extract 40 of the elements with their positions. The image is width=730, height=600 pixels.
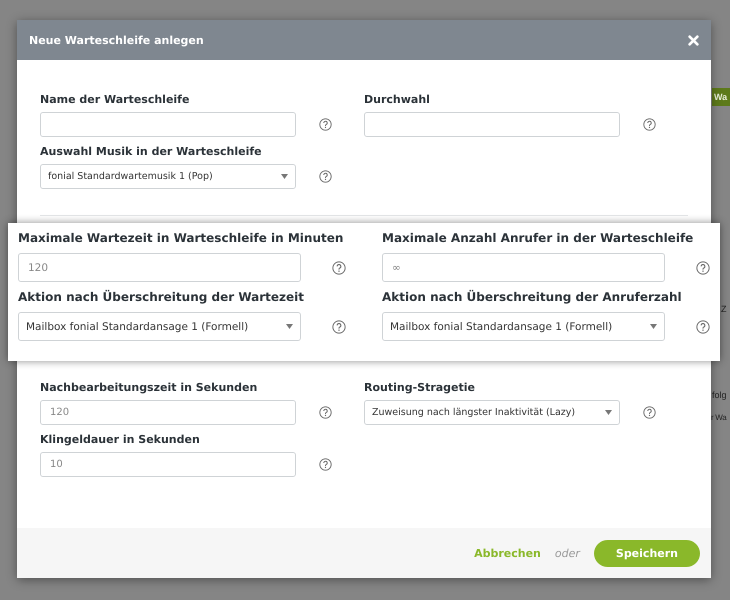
help-icon[interactable] [319, 458, 332, 471]
dropdown[interactable]: Mailbox fonial Standardansage 1 (Formell) [382, 312, 665, 341]
dropdown[interactable]: Zuweisung nach längster Inaktivität (Lazy) [364, 400, 620, 425]
page-text: folg [712, 390, 727, 400]
input-field[interactable] [364, 112, 620, 137]
field-label: Name der Warteschleife [40, 93, 190, 106]
help-icon[interactable] [332, 320, 346, 334]
dropdown[interactable]: Mailbox fonial Standardansage 1 (Formell) [18, 312, 301, 341]
help-icon[interactable] [696, 260, 710, 274]
page-text: Z [721, 304, 726, 314]
help-icon[interactable] [319, 406, 332, 419]
input-field[interactable]: 120 [18, 253, 301, 282]
page-text: r Wa [711, 413, 726, 422]
caret-icon [281, 174, 288, 179]
field-label: Aktion nach Überschreitung der Wartezeit [18, 290, 306, 305]
field-label: Auswahl Musik in der Warteschleife [40, 145, 263, 158]
input-field[interactable] [40, 112, 296, 137]
caret-icon [286, 324, 293, 329]
help-icon[interactable] [319, 118, 332, 131]
input-field[interactable]: 120 [40, 400, 296, 425]
separator-text: oder [554, 546, 580, 560]
help-icon[interactable] [696, 320, 710, 334]
help-icon[interactable] [643, 118, 656, 131]
field-label: Maximale Wartezeit in Warteschleife in Minuten [18, 231, 344, 246]
field-label: Routing-Stragetie [364, 381, 476, 394]
dropdown[interactable]: fonial Standardwartemusik 1 (Pop) [40, 164, 296, 189]
caret-icon [605, 410, 612, 415]
field-label: Aktion nach Überschreitung der Anruferzahl [382, 290, 683, 305]
help-icon[interactable] [319, 170, 332, 183]
caret-icon [650, 324, 657, 329]
field-label: Klingeldauer in Sekunden [40, 433, 201, 446]
field-label: Maximale Anzahl Anrufer in der Warteschleife [382, 231, 694, 246]
help-icon[interactable] [643, 406, 656, 419]
input-field[interactable]: 10 [40, 452, 296, 477]
close-icon[interactable] [688, 34, 699, 46]
dialog-title: Neue Warteschleife anlegen [29, 34, 204, 46]
input-field[interactable]: ∞ [382, 253, 665, 282]
help-icon[interactable] [332, 260, 346, 274]
field-label: Durchwahl [364, 93, 431, 106]
field-label: Nachbearbeitungszeit in Sekunden [40, 381, 258, 394]
